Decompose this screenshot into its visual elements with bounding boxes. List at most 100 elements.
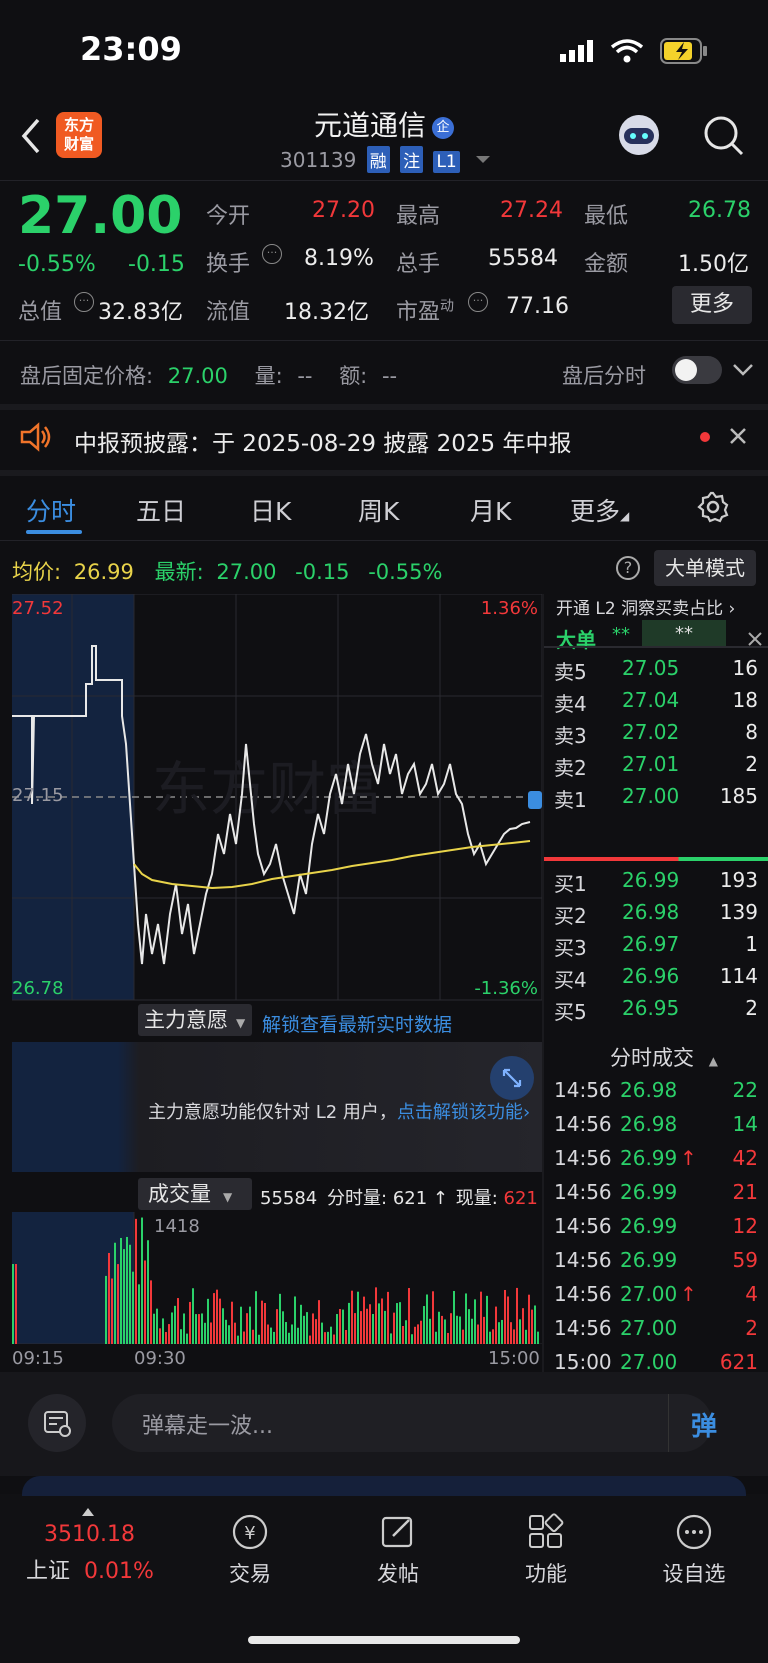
- sell-level-1[interactable]: 卖1 27.00 185: [554, 784, 768, 816]
- after-amt: --: [381, 364, 398, 388]
- volume-bar: [276, 1309, 278, 1344]
- buy-level-2[interactable]: 买2 26.98 139: [554, 900, 768, 932]
- mktcap-label: 总值: [18, 300, 63, 325]
- more-button[interactable]: 更多: [672, 286, 752, 324]
- tab-5day[interactable]: 五日: [136, 492, 186, 528]
- volume-bar: [537, 1331, 539, 1344]
- close-icon[interactable]: [728, 426, 748, 450]
- trade-row: 14:56 27.00 2: [554, 1316, 768, 1348]
- comment-settings-icon[interactable]: [28, 1394, 86, 1452]
- level-volume: 1: [745, 932, 758, 956]
- volume-bar: [342, 1309, 344, 1344]
- buy-level-5[interactable]: 买5 26.95 2: [554, 996, 768, 1028]
- volume-bar: [222, 1308, 224, 1344]
- info-circle-icon[interactable]: ···: [74, 292, 94, 312]
- latest-value: 27.00: [216, 560, 277, 584]
- tab-more[interactable]: 更多◢: [570, 492, 629, 528]
- volume-bar: [507, 1296, 509, 1344]
- volume-bar: [231, 1301, 233, 1344]
- nav-watchlist[interactable]: 设自选: [644, 1512, 744, 1588]
- buy-level-3[interactable]: 买3 26.97 1: [554, 932, 768, 964]
- pct-axis-bottom: -1.36%: [474, 978, 538, 999]
- volume-bar: [492, 1329, 494, 1344]
- robot-assistant-icon[interactable]: [616, 112, 662, 162]
- cur-vol-label: 现量:: [455, 1188, 498, 1209]
- sell-level-2[interactable]: 卖2 27.01 2: [554, 752, 768, 784]
- volume-dropdown[interactable]: 成交量 ▼: [138, 1178, 252, 1210]
- level-volume: 139: [719, 900, 758, 924]
- header-divider: [0, 180, 768, 181]
- l2-unlock-link[interactable]: 点击解锁该功能: [397, 1102, 523, 1123]
- level-label: 卖4: [554, 692, 587, 716]
- volume-bar: [141, 1217, 143, 1344]
- edit-icon: [381, 1516, 413, 1548]
- volume-bar: [435, 1331, 437, 1344]
- volume-bar: [471, 1318, 473, 1344]
- tab-monthly-k[interactable]: 月K: [470, 492, 511, 528]
- help-icon[interactable]: ?: [616, 556, 640, 580]
- trades-title[interactable]: 分时成交 ▲: [610, 1042, 718, 1072]
- expand-icon[interactable]: [490, 1056, 534, 1100]
- volume-bar: [165, 1332, 167, 1344]
- tab-daily-k[interactable]: 日K: [250, 492, 291, 528]
- info-circle-icon[interactable]: ···: [262, 244, 282, 264]
- nav-functions[interactable]: 功能: [496, 1512, 596, 1588]
- l2-banner[interactable]: 开通 L2 洞察买卖占比 ›: [556, 594, 735, 619]
- info-circle-icon[interactable]: ···: [468, 292, 488, 312]
- comment-input[interactable]: 弹幕走一波... 弹: [112, 1394, 717, 1452]
- volume-bar: [138, 1284, 140, 1344]
- notice-dot: [700, 432, 710, 442]
- volume-bar: [534, 1305, 536, 1344]
- panel-divider: [542, 594, 544, 1374]
- volume-bar: [12, 1264, 14, 1344]
- volume-bar: [513, 1329, 515, 1344]
- volume-label: 总手: [396, 252, 441, 277]
- unlock-link[interactable]: 解锁查看最新实时数据: [262, 1010, 452, 1037]
- volume-bar: [438, 1311, 440, 1344]
- pe-label-text: 市盈: [396, 300, 441, 325]
- dropdown-icon[interactable]: [476, 156, 491, 163]
- search-icon[interactable]: [702, 114, 746, 162]
- chevron-down-icon[interactable]: [732, 362, 754, 381]
- tab-weekly-k[interactable]: 周K: [358, 492, 399, 528]
- volume-bar: [312, 1313, 314, 1344]
- nav-trade[interactable]: ¥ 交易: [200, 1512, 300, 1588]
- volume-bar: [267, 1324, 269, 1344]
- volume-chart[interactable]: 1418: [12, 1212, 542, 1344]
- nav-post[interactable]: 发帖: [348, 1512, 448, 1588]
- tabs-divider: [0, 540, 768, 541]
- volume-bar: [168, 1324, 170, 1344]
- volume-bar: [279, 1293, 281, 1344]
- intraday-chart[interactable]: 东方财富 27.52 27.15 26.78 1.36% -1.36%: [12, 594, 542, 1004]
- trade-time: 14:56: [554, 1078, 612, 1102]
- volume-bar: [459, 1316, 461, 1344]
- after-hours-toggle[interactable]: [672, 356, 722, 384]
- close-icon[interactable]: [746, 630, 764, 652]
- volume-bar: [423, 1306, 425, 1344]
- volume-bar: [486, 1295, 488, 1344]
- volume-bar: [495, 1306, 497, 1344]
- after-hours-toggle-label: 盘后分时: [562, 364, 646, 388]
- sell-level-5[interactable]: 卖5 27.05 16: [554, 656, 768, 688]
- main-force-dropdown[interactable]: 主力意愿 ▼: [138, 1004, 252, 1036]
- send-danmaku-button[interactable]: 弹: [668, 1394, 717, 1452]
- level-label: 卖5: [554, 660, 587, 684]
- notice-text[interactable]: 中报预披露：于 2025-08-29 披露 2025 年中报: [74, 424, 571, 458]
- trade-icon: ¥: [232, 1514, 268, 1550]
- level-volume: 16: [732, 656, 758, 680]
- big-order-mode-button[interactable]: 大单模式: [654, 550, 756, 586]
- stock-code: 301139: [280, 148, 357, 172]
- volume-bar: [432, 1291, 434, 1344]
- tab-intraday[interactable]: 分时: [26, 492, 76, 528]
- tag-registration: 注: [400, 146, 424, 173]
- settings-icon[interactable]: [696, 490, 730, 528]
- sell-level-3[interactable]: 卖3 27.02 8: [554, 720, 768, 752]
- high-value: 27.24: [500, 198, 563, 223]
- after-price-label: 盘后固定价格:: [20, 364, 154, 388]
- sell-level-4[interactable]: 卖4 27.04 18: [554, 688, 768, 720]
- volume-bar: [180, 1329, 182, 1344]
- index-widget[interactable]: 3510.18 上证 0.01%: [20, 1508, 170, 1598]
- buy-level-4[interactable]: 买4 26.96 114: [554, 964, 768, 996]
- buy-level-1[interactable]: 买1 26.99 193: [554, 868, 768, 900]
- after-price: 27.00: [167, 364, 228, 388]
